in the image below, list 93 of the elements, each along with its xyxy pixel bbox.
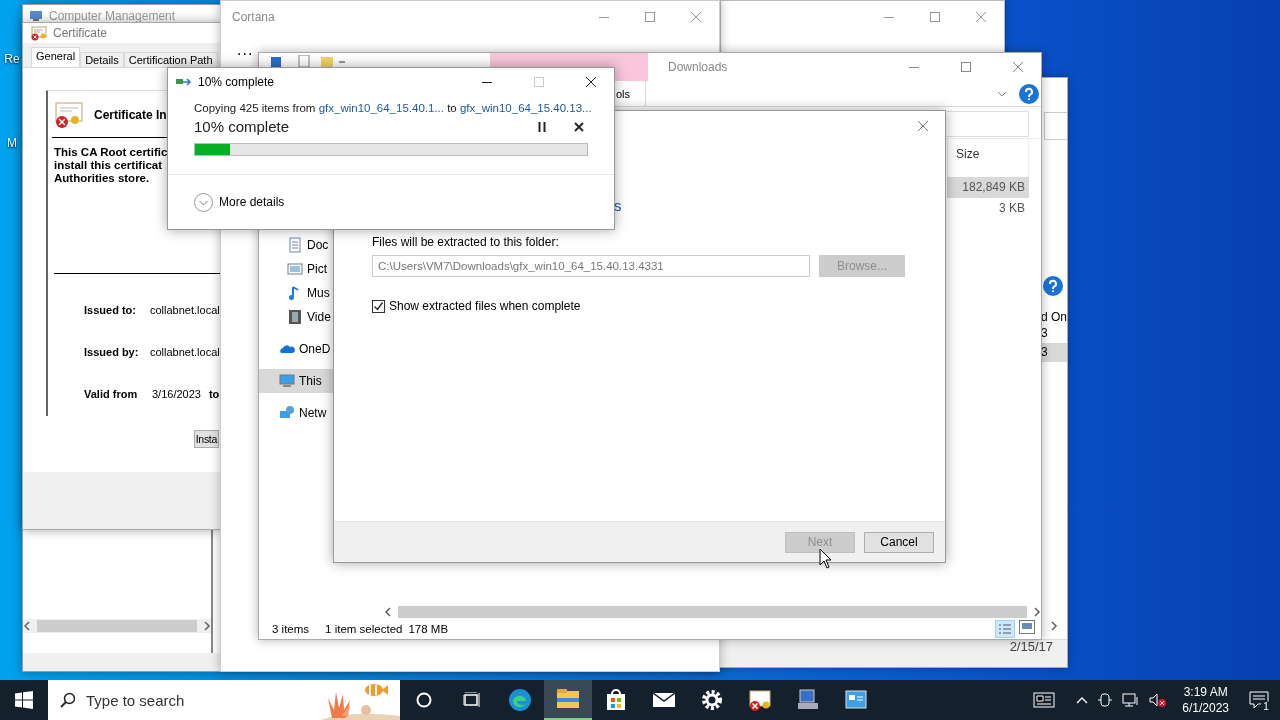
clock[interactable]: 3:19 AM 6/1/2023 [1182, 684, 1229, 716]
documents-icon [287, 237, 303, 253]
store-icon[interactable] [604, 688, 628, 712]
progress-status: 10% complete [194, 118, 290, 135]
usb-icon[interactable] [1097, 692, 1114, 708]
window-title: Certificate [53, 26, 108, 40]
close-icon[interactable] [586, 77, 596, 87]
copy-icon [176, 76, 192, 88]
field-value: collabnet.local [150, 346, 220, 358]
field-label: Issued to: [84, 304, 137, 316]
explorer-icon[interactable] [556, 687, 580, 711]
window-title: Cortana [232, 10, 275, 24]
notification-icon[interactable] [1249, 691, 1269, 709]
thumbnail-view-icon[interactable] [1019, 620, 1035, 634]
status-text: 3 items [272, 623, 310, 635]
field-value: 3/16/2023 [152, 388, 201, 400]
nav-item[interactable]: Pict [259, 257, 334, 281]
edge-icon[interactable] [508, 688, 532, 712]
certificate-message: This CA Root certific install this certificat Authorities store. [54, 146, 169, 185]
search-field[interactable] [1044, 112, 1067, 140]
computer-icon [29, 10, 43, 22]
checkbox-label[interactable]: Show extracted files when complete [389, 299, 581, 313]
search-field[interactable]: Type to search [48, 680, 400, 720]
search-icon [60, 692, 76, 708]
volume-muted-icon[interactable] [1149, 692, 1168, 708]
status-text: 178 MB [408, 623, 449, 635]
network-icon[interactable] [1122, 692, 1141, 708]
cancel-button[interactable]: Cancel [864, 531, 934, 553]
chevron-up-icon[interactable] [1076, 696, 1089, 704]
heading-fragment: s [614, 197, 623, 215]
pictures-icon [287, 261, 303, 277]
maximize-icon[interactable] [961, 62, 971, 72]
field-label: Files will be extracted to this folder: [372, 235, 560, 249]
nav-item[interactable]: This [259, 369, 334, 393]
certificate-icon[interactable] [748, 688, 772, 712]
nav-item[interactable]: Vide [259, 305, 334, 329]
table-cell[interactable]: 3 [1041, 324, 1067, 343]
source-link[interactable]: gfx_win10_64_15.40.1... [318, 102, 444, 114]
explorer-app-button[interactable] [544, 680, 592, 720]
field-label: to [208, 388, 220, 400]
nav-item[interactable]: Netw [259, 401, 334, 425]
tab[interactable]: Certification Path [123, 52, 218, 67]
path-field[interactable]: C:\Users\VM7\Downloads\gfx_win10_64_15.40.13.4331 [372, 255, 810, 277]
field-label: Valid from [84, 388, 139, 400]
table-cell: 2/15/17 [1009, 639, 1053, 654]
scroll-right-icon[interactable] [203, 621, 211, 631]
install-button[interactable]: Insta [193, 430, 219, 448]
chevron-down-icon[interactable] [997, 90, 1007, 97]
window-title: 10% complete [198, 75, 275, 89]
nav-item[interactable]: Mus [259, 281, 334, 305]
network-icon [279, 405, 295, 421]
expand-icon[interactable] [194, 192, 213, 212]
certificate-icon [54, 101, 84, 129]
more-button[interactable]: ... [237, 41, 254, 59]
certificate-heading: Certificate In [94, 108, 167, 122]
destination-link[interactable]: gfx_win10_64_15.40.13... [459, 102, 592, 114]
checkbox[interactable] [372, 299, 385, 313]
tab[interactable]: General [31, 47, 81, 67]
scroll-left-icon[interactable] [384, 607, 392, 617]
maximize-icon[interactable] [930, 12, 940, 22]
field-label: Issued by: [84, 346, 140, 358]
help-icon[interactable] [1019, 83, 1039, 104]
window-title: Downloads [668, 60, 728, 74]
computer-icon[interactable] [796, 688, 820, 712]
column-header[interactable]: d On [1041, 310, 1067, 324]
table-cell[interactable]: 3 KB [947, 198, 1029, 219]
settings-icon[interactable] [700, 688, 724, 712]
status-text: 1 item selected [325, 623, 403, 635]
more-details-button[interactable]: More details [219, 195, 285, 209]
horizontal-scrollbar[interactable] [23, 619, 211, 633]
close-icon[interactable] [574, 121, 584, 132]
horizontal-scrollbar[interactable] [384, 605, 1041, 619]
tab[interactable]: Details [80, 52, 124, 67]
field-value: collabnet.local [150, 304, 220, 316]
window-title: Computer Management [49, 9, 176, 23]
videos-icon [287, 309, 303, 325]
maximize-icon[interactable] [645, 12, 655, 22]
nav-item[interactable]: Doc [259, 233, 334, 257]
scroll-left-icon[interactable] [23, 621, 31, 631]
news-icon[interactable] [1033, 692, 1056, 708]
search-field[interactable] [947, 111, 1029, 137]
pause-icon[interactable] [538, 121, 546, 132]
computer-icon [279, 373, 295, 389]
circle-icon[interactable] [416, 692, 432, 708]
notification-badge: 1 [1260, 701, 1272, 713]
table-cell[interactable]: 3 [1041, 343, 1067, 362]
nav-item[interactable]: OneD [259, 337, 334, 361]
start-icon[interactable] [15, 691, 33, 709]
control-panel-icon[interactable] [844, 688, 868, 712]
table-cell[interactable]: 182,849 KB [947, 177, 1029, 198]
help-icon[interactable] [1043, 276, 1063, 296]
task-view-icon[interactable] [463, 692, 481, 708]
search-input[interactable]: Type to search [84, 690, 312, 710]
